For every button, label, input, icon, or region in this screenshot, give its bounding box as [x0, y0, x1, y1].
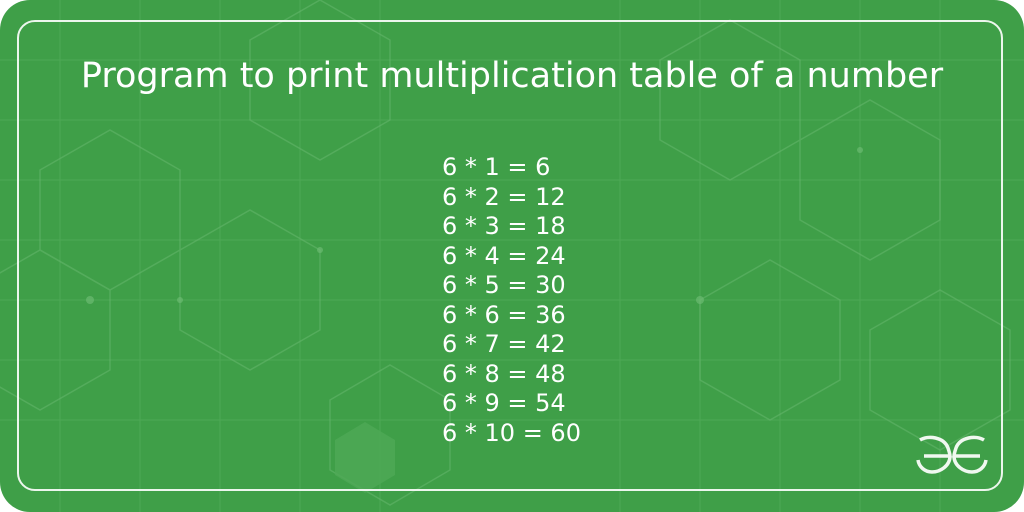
- banner-card: Program to print multiplication table of…: [0, 0, 1024, 512]
- table-line: 6 * 5 = 30: [442, 271, 566, 299]
- table-line: 6 * 2 = 12: [442, 182, 566, 211]
- table-line: 6 * 4 = 24: [442, 241, 566, 270]
- table-line: 6 * 3 = 18: [442, 212, 566, 240]
- table-line: 6 * 6 = 36: [442, 300, 566, 329]
- table-line: 6 * 7 = 42: [442, 330, 566, 358]
- multiplication-table: 6 * 1 = 6 6 * 2 = 12 6 * 3 = 18 6 * 4 = …: [442, 153, 581, 448]
- table-line: 6 * 1 = 6: [442, 153, 551, 181]
- table-line: 6 * 8 = 48: [442, 359, 566, 388]
- page-title: Program to print multiplication table of…: [80, 56, 944, 96]
- table-line: 6 * 9 = 54: [442, 389, 566, 417]
- table-line: 6 * 10 = 60: [442, 418, 581, 447]
- geeksforgeeks-logo-icon: [916, 435, 988, 474]
